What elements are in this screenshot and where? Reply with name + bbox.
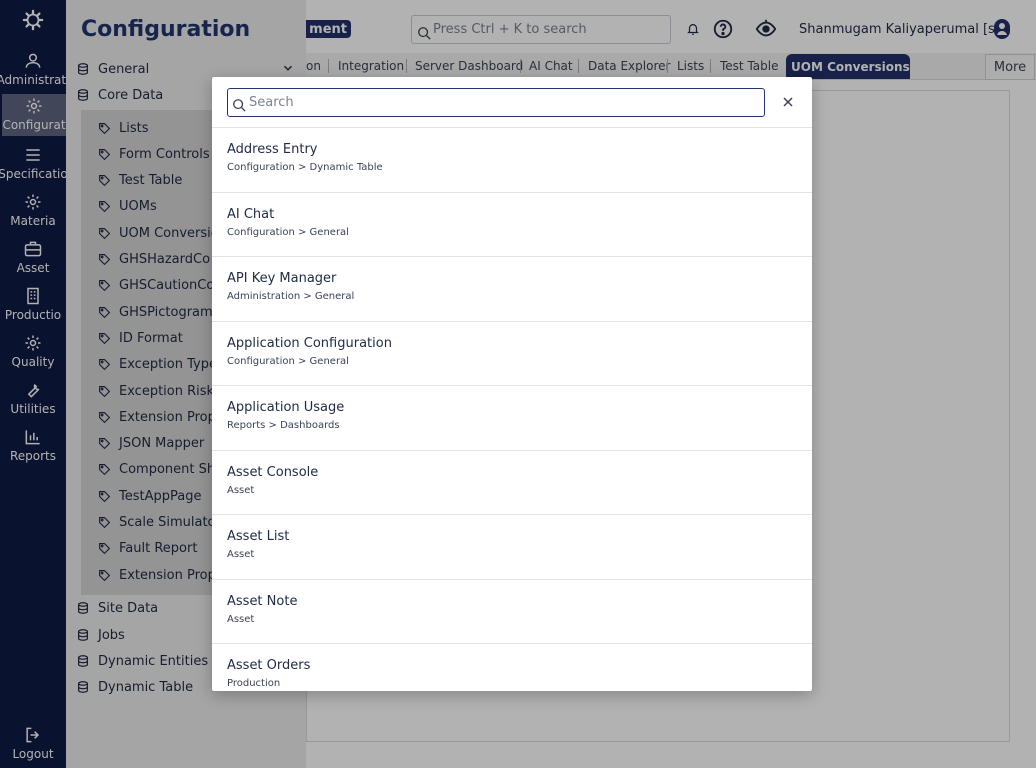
search-result-path: Configuration > Dynamic Table (227, 162, 383, 173)
search-result-item[interactable]: Application Configuration Configuration >… (212, 322, 812, 386)
search-icon (233, 99, 246, 112)
search-result-item[interactable]: AI Chat Configuration > General (212, 193, 812, 257)
search-result-path: Production (227, 678, 281, 689)
search-result-title: Asset Console (227, 464, 319, 480)
search-result-title: AI Chat (227, 206, 275, 222)
search-result-path: Configuration > General (227, 355, 349, 367)
search-result-path: Asset (227, 549, 255, 560)
search-result-item[interactable]: Asset Orders Production (212, 644, 812, 691)
search-result-title: API Key Manager (227, 271, 337, 286)
search-result-item[interactable]: Application Usage Reports > Dashboards (212, 386, 812, 451)
search-result-title: Asset List (227, 529, 290, 544)
search-result-item[interactable]: API Key Manager Administration > General (212, 257, 812, 322)
search-result-title: Address Entry (227, 142, 318, 157)
search-dialog-header (212, 77, 812, 128)
dialog-search-field[interactable] (227, 88, 765, 117)
search-result-title: Application Configuration (227, 335, 392, 351)
search-result-item[interactable]: Asset List Asset (212, 515, 812, 580)
dialog-search-input[interactable] (249, 95, 749, 110)
close-icon[interactable] (781, 95, 795, 109)
search-result-item[interactable]: Asset Note Asset (212, 580, 812, 644)
search-result-path: Administration > General (227, 291, 355, 302)
search-result-path: Reports > Dashboards (227, 420, 340, 431)
search-result-path: Asset (227, 484, 255, 496)
search-result-title: Application Usage (227, 400, 345, 415)
search-result-item[interactable]: Asset Console Asset (212, 451, 812, 515)
search-results-list: Address Entry Configuration > Dynamic Tab… (212, 128, 812, 691)
search-result-item[interactable]: Address Entry Configuration > Dynamic Tab… (212, 128, 812, 193)
search-result-title: Asset Orders (227, 658, 311, 673)
search-result-path: Asset (227, 613, 255, 625)
search-dialog: Address Entry Configuration > Dynamic Tab… (212, 77, 812, 691)
search-result-path: Configuration > General (227, 226, 349, 238)
search-result-title: Asset Note (227, 593, 298, 609)
